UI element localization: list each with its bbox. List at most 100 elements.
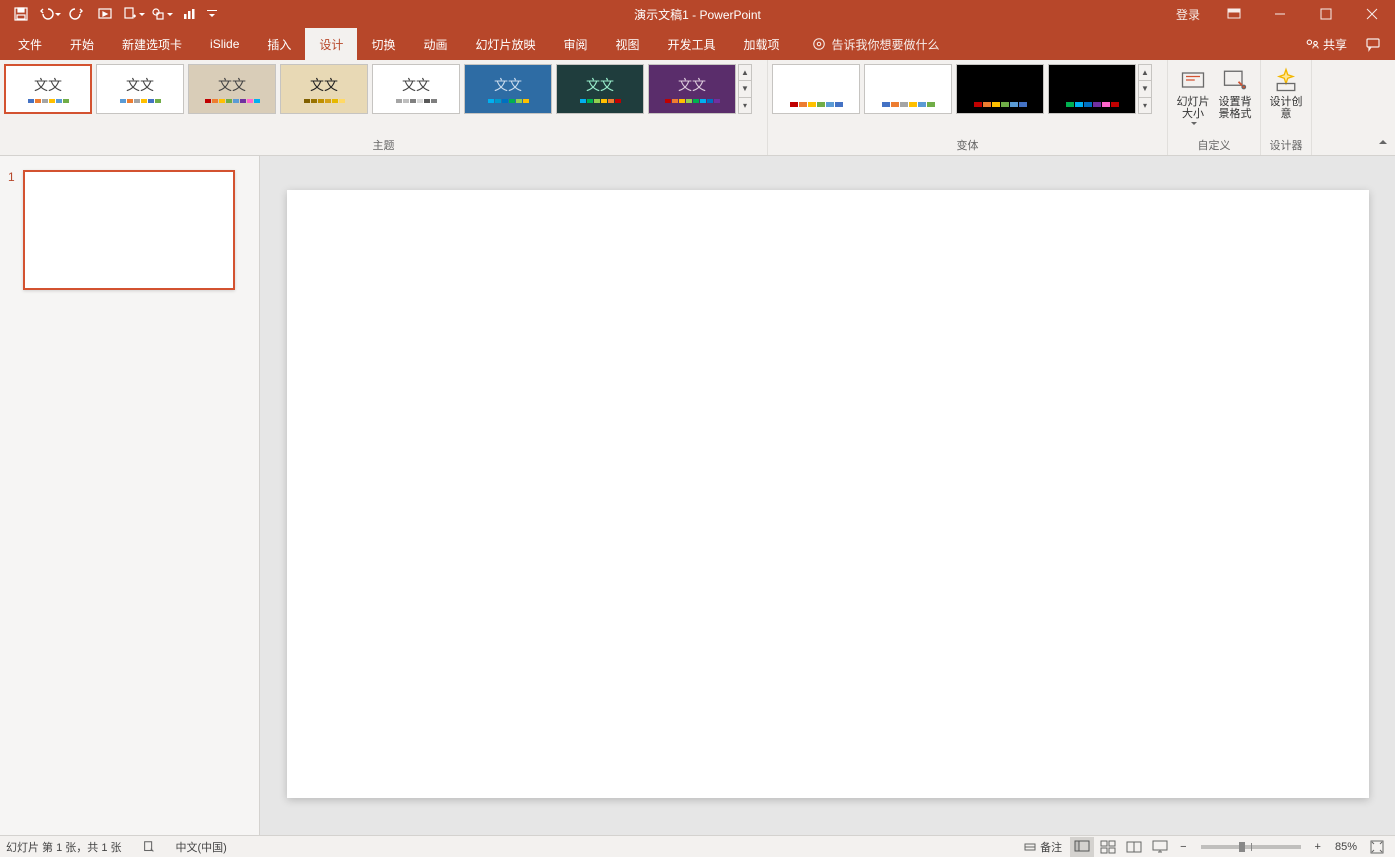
new-slide-button[interactable] [120, 2, 146, 26]
theme-color-swatches [488, 99, 529, 103]
share-button[interactable]: 共享 [1297, 36, 1355, 53]
gallery-scroll-down[interactable]: ▼ [1139, 81, 1151, 97]
undo-button[interactable] [36, 2, 62, 26]
reading-view-button[interactable] [1122, 837, 1146, 857]
language-label[interactable]: 中文(中国) [176, 839, 227, 855]
gallery-more[interactable]: ▾ [1139, 98, 1151, 113]
slide-editor [260, 156, 1395, 835]
start-from-beginning-button[interactable] [92, 2, 118, 26]
design-ideas-button[interactable]: 设计创意 [1265, 64, 1307, 120]
themes-group: 文文文文文文文文文文文文文文文文▲▼▾ 主题 [0, 60, 768, 155]
tell-me-input[interactable]: 告诉我你想要做什么 [802, 28, 950, 60]
slide-count-label[interactable]: 幻灯片 第 1 张，共 1 张 [6, 839, 122, 855]
slide-thumbnail-panel: 1 [0, 156, 260, 835]
designer-group: 设计创意 设计器 [1261, 60, 1312, 155]
minimize-button[interactable] [1257, 0, 1303, 28]
shapes-button[interactable] [148, 2, 174, 26]
customize-qat-button[interactable] [204, 2, 220, 26]
theme-item[interactable]: 文文 [188, 64, 276, 114]
design-ideas-label: 设计创意 [1265, 96, 1307, 120]
themes-group-label: 主题 [4, 135, 763, 153]
tab-插入[interactable]: 插入 [253, 28, 305, 60]
slideshow-view-button[interactable] [1148, 837, 1172, 857]
title-bar: 演示文稿1 - PowerPoint 登录 [0, 0, 1395, 28]
collapse-ribbon-button[interactable] [1377, 136, 1389, 151]
tab-切换[interactable]: 切换 [357, 28, 409, 60]
theme-color-swatches [120, 99, 161, 103]
customize-group-label: 自定义 [1172, 135, 1256, 153]
share-label: 共享 [1323, 36, 1347, 53]
theme-sample-text: 文文 [310, 75, 338, 95]
ribbon-display-options-button[interactable] [1211, 0, 1257, 28]
zoom-slider[interactable] [1201, 845, 1301, 849]
theme-item[interactable]: 文文 [648, 64, 736, 114]
theme-item[interactable]: 文文 [464, 64, 552, 114]
redo-button[interactable] [64, 2, 90, 26]
maximize-button[interactable] [1303, 0, 1349, 28]
save-button[interactable] [8, 2, 34, 26]
variant-item[interactable] [864, 64, 952, 114]
tab-开始[interactable]: 开始 [56, 28, 108, 60]
tell-me-label: 告诉我你想要做什么 [832, 36, 940, 53]
slide-thumbnail-item[interactable]: 1 [8, 170, 251, 290]
work-area: 1 [0, 156, 1395, 835]
tab-新建选项卡[interactable]: 新建选项卡 [108, 28, 196, 60]
zoom-out-button[interactable]: − [1174, 837, 1192, 857]
ribbon-tabs: 文件开始新建选项卡iSlide插入设计切换动画幻灯片放映审阅视图开发工具加载项 … [0, 28, 1395, 60]
tab-开发工具[interactable]: 开发工具 [654, 28, 730, 60]
notes-label: 备注 [1040, 839, 1062, 855]
zoom-level-label[interactable]: 85% [1329, 837, 1363, 857]
login-button[interactable]: 登录 [1165, 0, 1211, 28]
theme-item[interactable]: 文文 [372, 64, 460, 114]
theme-color-swatches [28, 99, 69, 103]
theme-gallery: 文文文文文文文文文文文文文文文文▲▼▾ [4, 64, 752, 114]
gallery-scroll-up[interactable]: ▲ [1139, 65, 1151, 81]
theme-sample-text: 文文 [218, 75, 246, 95]
variant-color-swatches [790, 102, 843, 107]
tab-设计[interactable]: 设计 [305, 28, 357, 60]
slide-size-button[interactable]: 幻灯片大小 [1172, 64, 1214, 125]
notes-button[interactable]: 备注 [1018, 837, 1068, 857]
variant-item[interactable] [772, 64, 860, 114]
theme-color-swatches [304, 99, 345, 103]
gallery-scroll-up[interactable]: ▲ [739, 65, 751, 81]
theme-color-swatches [665, 99, 720, 103]
slide-canvas[interactable] [287, 190, 1369, 798]
tab-iSlide[interactable]: iSlide [196, 28, 253, 60]
chart-button[interactable] [176, 2, 202, 26]
slide-number: 1 [8, 170, 15, 184]
tab-幻灯片放映[interactable]: 幻灯片放映 [461, 28, 549, 60]
variant-gallery: ▲▼▾ [772, 64, 1152, 114]
tab-加载项[interactable]: 加载项 [730, 28, 794, 60]
zoom-in-button[interactable]: + [1309, 837, 1327, 857]
tab-文件[interactable]: 文件 [4, 28, 56, 60]
slide-sorter-view-button[interactable] [1096, 837, 1120, 857]
tab-动画[interactable]: 动画 [409, 28, 461, 60]
fit-to-window-button[interactable] [1365, 837, 1389, 857]
slide-thumbnail[interactable] [23, 170, 235, 290]
variant-item[interactable] [956, 64, 1044, 114]
window-controls: 登录 [1165, 0, 1395, 28]
theme-item[interactable]: 文文 [556, 64, 644, 114]
theme-sample-text: 文文 [586, 75, 614, 95]
slide-size-label: 幻灯片大小 [1172, 96, 1214, 120]
gallery-more[interactable]: ▾ [739, 98, 751, 113]
status-bar: 幻灯片 第 1 张，共 1 张 中文(中国) 备注 − + 85% [0, 835, 1395, 857]
close-button[interactable] [1349, 0, 1395, 28]
theme-sample-text: 文文 [126, 75, 154, 95]
variants-group-label: 变体 [772, 135, 1163, 153]
spellcheck-button[interactable] [136, 837, 162, 857]
theme-item[interactable]: 文文 [4, 64, 92, 114]
theme-color-swatches [396, 99, 437, 103]
comments-button[interactable] [1359, 30, 1387, 58]
gallery-scroll-down[interactable]: ▼ [739, 81, 751, 97]
theme-item[interactable]: 文文 [280, 64, 368, 114]
window-title: 演示文稿1 - PowerPoint [634, 6, 761, 23]
variant-item[interactable] [1048, 64, 1136, 114]
tab-视图[interactable]: 视图 [602, 28, 654, 60]
variant-color-swatches [882, 102, 935, 107]
normal-view-button[interactable] [1070, 837, 1094, 857]
tab-审阅[interactable]: 审阅 [549, 28, 601, 60]
format-background-button[interactable]: 设置背景格式 [1214, 64, 1256, 120]
theme-item[interactable]: 文文 [96, 64, 184, 114]
